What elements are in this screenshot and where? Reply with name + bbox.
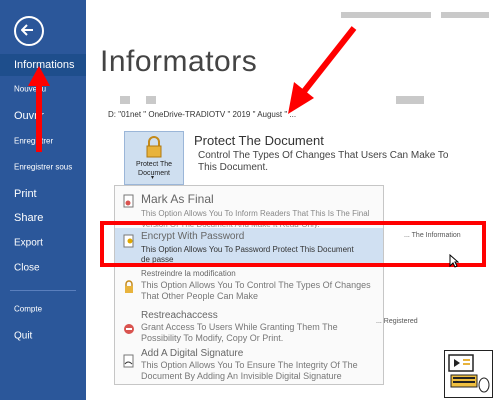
- sidebar-item-export[interactable]: Export: [0, 233, 86, 253]
- menu-item-restrict-editing[interactable]: Restreindre la modification This Option …: [115, 268, 383, 306]
- toolbar-blurred: [396, 96, 424, 104]
- menu-item-title: Mark As Final: [141, 192, 214, 206]
- protect-dropdown-menu: Mark As Final This Option Allows You To …: [114, 185, 384, 385]
- protect-description: Control The Types Of Changes That Users …: [198, 150, 449, 173]
- mouse-cursor-icon: [449, 254, 459, 268]
- back-arrow-icon[interactable]: [14, 16, 44, 46]
- registered-side-text: ... Registered: [376, 318, 418, 325]
- site-logo: [444, 350, 493, 398]
- page-title: Informators: [100, 45, 258, 78]
- sidebar-item-account[interactable]: Compte: [0, 300, 86, 318]
- menu-item-desc: This Option Allows You To Control The Ty…: [141, 280, 371, 301]
- toolbar-blurred: [120, 96, 130, 104]
- lock-icon: [125, 280, 133, 293]
- protect-title: Protect The Document: [194, 133, 324, 148]
- chevron-down-icon: ▾: [151, 175, 155, 181]
- backstage-sidebar: Informations Nouveau Ouvrir Enregistrer …: [0, 0, 86, 400]
- sidebar-item-quit[interactable]: Quit: [0, 326, 86, 346]
- annotation-arrow-up-icon: [28, 66, 50, 152]
- sidebar-item-print[interactable]: Print: [0, 184, 86, 204]
- document-ribbon-icon: [123, 194, 134, 208]
- signature-icon: [123, 354, 134, 368]
- menu-item-mark-final[interactable]: Mark As Final This Option Allows You To …: [115, 190, 383, 229]
- account-extra-blurred: [441, 12, 489, 18]
- menu-item-digital-signature[interactable]: Add A Digital Signature This Option Allo…: [115, 348, 383, 382]
- sidebar-separator: [10, 290, 76, 291]
- sidebar-item-share[interactable]: Share: [0, 208, 86, 228]
- protect-document-button[interactable]: Protect The Document ▾: [124, 131, 184, 185]
- toolbar-blurred: [146, 96, 156, 104]
- no-entry-icon: [124, 324, 134, 334]
- menu-item-restrict-access[interactable]: Restreachaccess Grant Access To Users Wh…: [115, 310, 383, 344]
- backstage-main: Informators D: "01net " OneDrive-TRADIOT…: [86, 0, 493, 400]
- sidebar-item-close[interactable]: Close: [0, 258, 86, 278]
- menu-item-desc: Grant Access To Users While Granting The…: [141, 322, 338, 343]
- annotation-highlight-box: [100, 221, 486, 267]
- annotation-arrow-icon: [288, 26, 357, 114]
- sidebar-item-save-as[interactable]: Enregistrer sous: [0, 158, 86, 176]
- menu-item-title: Restreindre la modification: [141, 269, 236, 278]
- account-name-blurred: [341, 12, 431, 18]
- document-path: D: "01net " OneDrive-TRADIOTV " 2019 " A…: [108, 110, 297, 119]
- menu-item-desc: This Option Allows You To Ensure The Int…: [141, 360, 358, 381]
- menu-item-title: Restreachaccess: [141, 310, 218, 321]
- lock-icon: [146, 136, 162, 158]
- menu-item-title: Add A Digital Signature: [141, 348, 244, 359]
